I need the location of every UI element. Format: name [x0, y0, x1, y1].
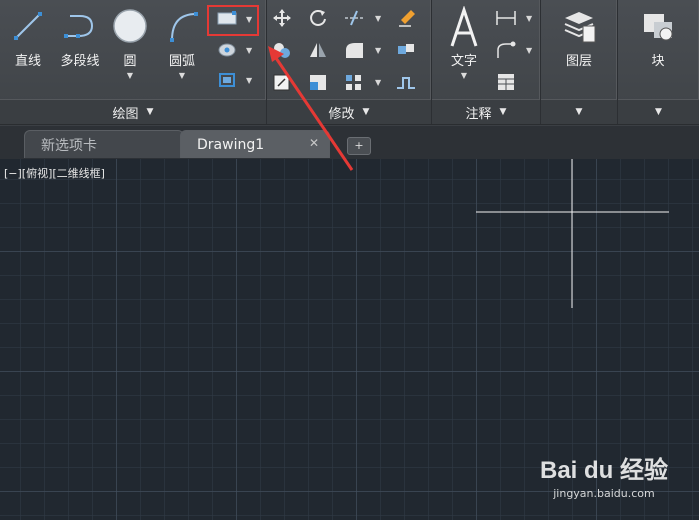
block-icon [644, 14, 673, 41]
stretch-button[interactable] [271, 72, 297, 94]
leader-dropdown-caret[interactable]: ▼ [526, 46, 532, 55]
modify-panel: ▼ ▼ ▼ 修改 ▼ [267, 0, 432, 124]
layers-panel: 图层 ▼ [541, 0, 618, 124]
boundary-icon [219, 73, 235, 87]
rotate-button[interactable] [307, 8, 333, 30]
scale-icon [310, 75, 326, 90]
trim-icon [345, 10, 365, 26]
block-panel-caret: ▼ [655, 107, 662, 117]
rectangle-highlight-box [207, 5, 259, 36]
table-icon [498, 74, 514, 90]
text-button[interactable]: 文字 ▼ [438, 6, 490, 86]
arc-dropdown-caret[interactable]: ▼ [156, 71, 208, 80]
table-button[interactable] [494, 72, 520, 94]
leader-icon [497, 41, 516, 58]
annotation-panel-title[interactable]: 注释 ▼ [432, 99, 540, 124]
layers-icon [564, 12, 596, 43]
draw-panel-title-text: 绘图 [112, 106, 139, 122]
layers-label: 图层 [565, 54, 592, 69]
annotation-panel-title-text: 注释 [465, 106, 492, 122]
scale-button[interactable] [307, 72, 333, 94]
modify-panel-caret: ▼ [362, 107, 370, 117]
block-panel: 块 ▼ [618, 0, 699, 124]
explode-button[interactable] [395, 40, 421, 62]
array-icon [346, 75, 361, 90]
trim-dropdown-caret[interactable]: ▼ [375, 14, 381, 23]
annotation-panel: 文字 ▼ ▼ ▼ 注释 ▼ [432, 0, 541, 124]
watermark-logo: Bai du 经验 [539, 457, 668, 484]
rotate-icon [310, 10, 326, 26]
tab-drawing1-label: Drawing1 [197, 136, 265, 153]
baidu-watermark: Bai du 经验 jingyan.baidu.com [534, 450, 674, 510]
offset-icon [397, 77, 415, 89]
draw-panel-caret: ▼ [146, 107, 154, 117]
polyline-icon [64, 15, 94, 38]
stretch-icon [273, 74, 290, 91]
layers-panel-caret-bar[interactable]: ▼ [541, 99, 617, 124]
circle-dropdown-caret[interactable]: ▼ [104, 71, 156, 80]
dimension-button[interactable] [494, 8, 520, 30]
tab-new-label: 新选项卡 [41, 137, 97, 154]
modify-panel-title[interactable]: 修改 ▼ [267, 99, 431, 124]
explode-icon [398, 44, 414, 54]
circle-button[interactable]: 圆 ▼ [104, 6, 156, 86]
add-tab-button[interactable]: + [347, 137, 371, 155]
layers-panel-caret: ▼ [575, 107, 583, 117]
fillet-button[interactable] [343, 40, 369, 62]
block-panel-caret-bar[interactable]: ▼ [618, 99, 699, 124]
arc-label: 圆弧 [168, 54, 195, 69]
fillet-dropdown-caret[interactable]: ▼ [375, 46, 381, 55]
fillet-icon [346, 43, 363, 58]
tab-new[interactable]: 新选项卡 [24, 130, 184, 158]
array-button[interactable] [343, 72, 369, 94]
modify-panel-title-text: 修改 [328, 106, 355, 122]
text-dropdown-caret[interactable]: ▼ [438, 71, 490, 80]
line-button[interactable]: 直线 [2, 6, 54, 86]
boundary-button[interactable] [216, 70, 242, 92]
dimension-icon [496, 11, 516, 25]
document-tab-bar: 新选项卡 Drawing1 ✕ + [0, 125, 699, 159]
polyline-button[interactable]: 多段线 [52, 6, 108, 86]
draw-panel-title[interactable]: 绘图 ▼ [0, 99, 266, 124]
move-icon [273, 9, 291, 27]
mirror-button[interactable] [307, 40, 333, 62]
offset-button[interactable] [395, 72, 421, 94]
line-label: 直线 [14, 54, 41, 69]
tab-drawing1[interactable]: Drawing1 ✕ [180, 130, 330, 158]
copy-button[interactable] [271, 40, 297, 62]
text-label: 文字 [450, 54, 477, 69]
block-button[interactable]: 块 [632, 6, 684, 86]
move-button[interactable] [271, 8, 297, 30]
dimension-dropdown-caret[interactable]: ▼ [526, 14, 532, 23]
close-icon[interactable]: ✕ [309, 136, 319, 150]
line-icon [14, 12, 42, 40]
circle-label: 圆 [123, 54, 137, 69]
text-icon [450, 6, 478, 47]
array-dropdown-caret[interactable]: ▼ [375, 78, 381, 87]
polyline-label: 多段线 [60, 54, 100, 69]
mirror-icon [310, 43, 326, 57]
layers-button[interactable]: 图层 [553, 6, 605, 86]
hatch-icon [218, 43, 236, 57]
annotation-panel-caret: ▼ [499, 107, 507, 117]
block-label: 块 [651, 54, 665, 69]
trim-button[interactable] [343, 8, 369, 30]
arc-icon [170, 12, 198, 42]
circle-icon [113, 9, 147, 43]
ribbon: 直线 多段线 圆 ▼ 圆弧 ▼ ▼ ▼ ▼ 绘图 ▼ ▼ ▼ ▼ 修改 ▼ 文字… [0, 0, 699, 125]
hatch-dropdown-caret[interactable]: ▼ [246, 46, 252, 55]
leader-button[interactable] [494, 40, 520, 62]
copy-icon [274, 43, 290, 58]
erase-button[interactable] [395, 8, 421, 30]
watermark-url: jingyan.baidu.com [553, 487, 655, 500]
boundary-dropdown-caret[interactable]: ▼ [246, 76, 252, 85]
hatch-button[interactable] [216, 40, 242, 62]
arc-button[interactable]: 圆弧 ▼ [156, 6, 208, 86]
erase-icon [399, 10, 415, 27]
